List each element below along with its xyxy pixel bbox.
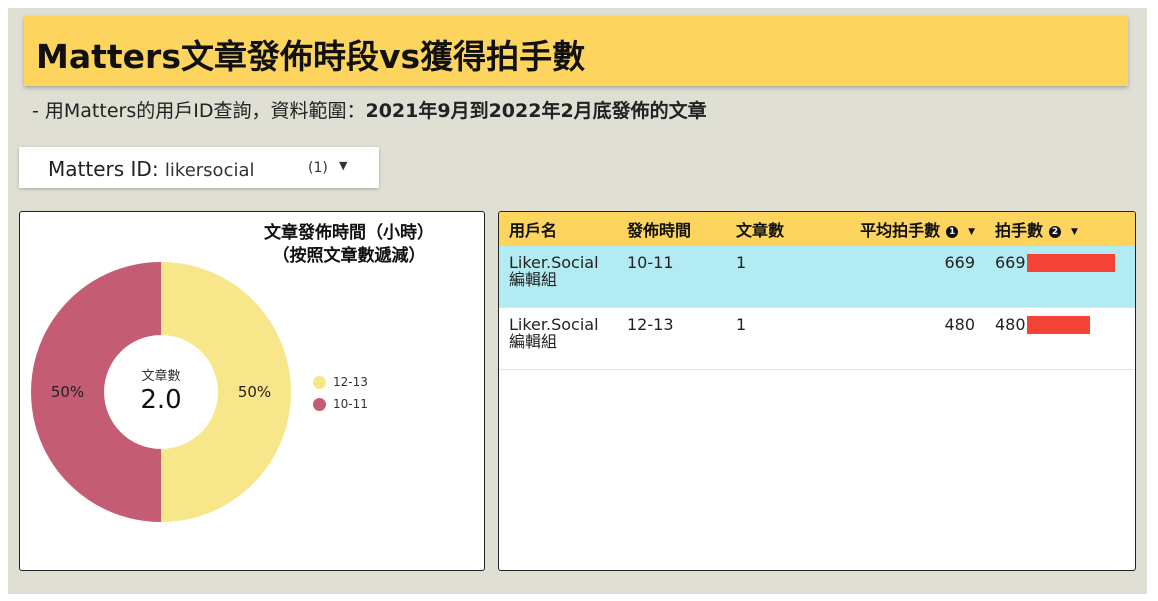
col-header-articles-label: 文章數 [736, 221, 785, 240]
cell-user-name: Liker.Social [509, 315, 599, 334]
table-row[interactable]: Liker.Social 編輯組 12-13 1 480 480 [499, 307, 1135, 370]
data-range-subtitle: - 用Matters的用戶ID查詢，資料範圍：2021年9月到2022年2月底發… [32, 96, 707, 123]
cell-claps: 669 [985, 246, 1135, 308]
clap-bar-cell: 480 [995, 316, 1135, 334]
donut-center-value: 2.0 [140, 385, 181, 415]
legend-item-12-13[interactable]: 12-13 [313, 371, 368, 393]
legend-dot-icon [313, 375, 326, 389]
filter-label: Matters ID: likersocial [48, 157, 255, 181]
cell-user-group: 編輯組 [509, 270, 558, 289]
cell-user: Liker.Social 編輯組 [499, 246, 617, 308]
cell-claps: 480 [985, 307, 1135, 370]
sort-caret-icon[interactable]: ▼ [968, 227, 975, 237]
subtitle-range: 2021年9月到2022年2月底發佈的文章 [365, 100, 707, 122]
cell-user-group: 編輯組 [509, 332, 558, 351]
clap-value: 480 [995, 315, 1026, 334]
col-header-user[interactable]: 用戶名 [499, 212, 617, 246]
report-canvas: Matters文章發佈時段vs獲得拍手數 - 用Matters的用戶ID查詢，資… [8, 8, 1147, 594]
filter-count: (1) [308, 160, 328, 176]
cell-articles: 1 [726, 307, 822, 370]
page-title: Matters文章發佈時段vs獲得拍手數 [36, 37, 586, 76]
clap-table-panel: 用戶名 發佈時間 文章數 平均拍手數 1 ▼ 拍手數 2 ▼ Liker.Social 編… [498, 211, 1136, 571]
filter-label-text: Matters ID [48, 157, 152, 181]
cell-user-name: Liker.Social [509, 253, 599, 272]
clap-bar-cell: 669 [995, 254, 1135, 272]
subtitle-prefix: - 用Matters的用戶ID查詢，資料範圍： [32, 100, 366, 122]
clap-bar [1027, 316, 1091, 334]
col-header-claps-label: 拍手數 [995, 221, 1044, 240]
cell-time: 10-11 [617, 246, 726, 308]
info-badge-2-icon: 2 [1049, 225, 1062, 238]
cell-avg-claps: 669 [822, 246, 985, 308]
clap-table: 用戶名 發佈時間 文章數 平均拍手數 1 ▼ 拍手數 2 ▼ Liker.Social 編… [499, 212, 1135, 370]
col-header-articles[interactable]: 文章數 [726, 212, 822, 246]
legend-item-10-11[interactable]: 10-11 [313, 393, 368, 415]
sort-caret-icon[interactable]: ▼ [1071, 227, 1078, 237]
col-header-time[interactable]: 發佈時間 [617, 212, 726, 246]
col-header-user-label: 用戶名 [509, 221, 558, 240]
col-header-claps[interactable]: 拍手數 2 ▼ [985, 212, 1135, 246]
clap-value: 669 [995, 253, 1026, 272]
cell-user: Liker.Social 編輯組 [499, 307, 617, 370]
cell-articles: 1 [726, 246, 822, 308]
pie-slice-percent-10-11: 50% [51, 383, 84, 401]
clap-bar [1027, 254, 1115, 272]
pie-chart-title: 文章發佈時間（小時） （按照文章數遞減） [224, 222, 474, 268]
filter-value: likersocial [164, 160, 255, 181]
title-banner: Matters文章發佈時段vs獲得拍手數 [24, 16, 1128, 86]
pie-title-line1: 文章發佈時間（小時） [264, 223, 434, 243]
matters-id-filter[interactable]: Matters ID: likersocial (1) ▼ [19, 147, 379, 188]
legend-label: 10-11 [333, 397, 368, 411]
dropdown-caret-icon[interactable]: ▼ [339, 159, 347, 172]
col-header-avg-claps[interactable]: 平均拍手數 1 ▼ [822, 212, 985, 246]
table-row[interactable]: Liker.Social 編輯組 10-11 1 669 669 [499, 246, 1135, 308]
table-header-row: 用戶名 發佈時間 文章數 平均拍手數 1 ▼ 拍手數 2 ▼ [499, 212, 1135, 246]
legend-label: 12-13 [333, 375, 368, 389]
col-header-avg-label: 平均拍手數 [860, 221, 941, 240]
cell-time: 12-13 [617, 307, 726, 370]
pie-title-line2: （按照文章數遞減） [272, 246, 426, 266]
pie-slice-percent-12-13: 50% [238, 383, 271, 401]
col-header-time-label: 發佈時間 [627, 221, 692, 240]
info-badge-1-icon: 1 [946, 225, 959, 238]
pie-chart-panel: 50% 50% 文章數 2.0 文章發佈時間（小時） （按照文章數遞減） 12-13 1… [19, 211, 485, 571]
legend-dot-icon [313, 397, 326, 411]
pie-legend: 12-13 10-11 [313, 371, 368, 415]
cell-avg-claps: 480 [822, 307, 985, 370]
donut-center-label: 文章數 [141, 368, 180, 384]
